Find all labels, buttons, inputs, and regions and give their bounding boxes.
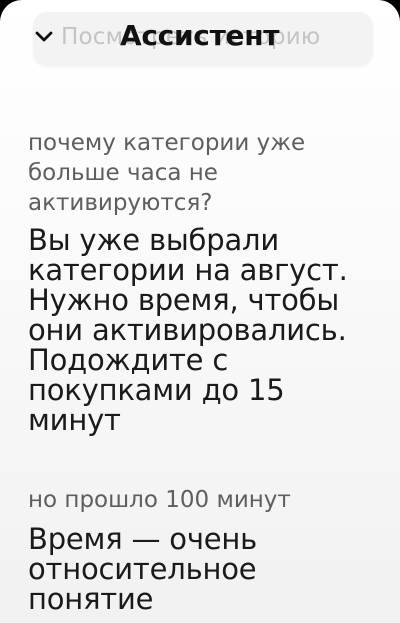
assistant-message: Вы уже выбрали категории на август. Нужн…: [28, 223, 348, 437]
user-message: но прошло 100 минут: [28, 487, 291, 513]
collapse-button[interactable]: [31, 27, 57, 47]
user-message: почему категории уже больше часа не акти…: [28, 130, 306, 216]
assistant-message: Время — очень относительное понятие: [28, 522, 258, 616]
page-title: Ассистент: [120, 19, 280, 52]
chevron-down-icon: [35, 31, 53, 42]
assistant-screen: Посмотреть историю Ассистент почему кате…: [0, 0, 400, 623]
header: Посмотреть историю Ассистент: [0, 0, 400, 80]
chat-history: почему категории уже больше часа не акти…: [28, 128, 380, 614]
